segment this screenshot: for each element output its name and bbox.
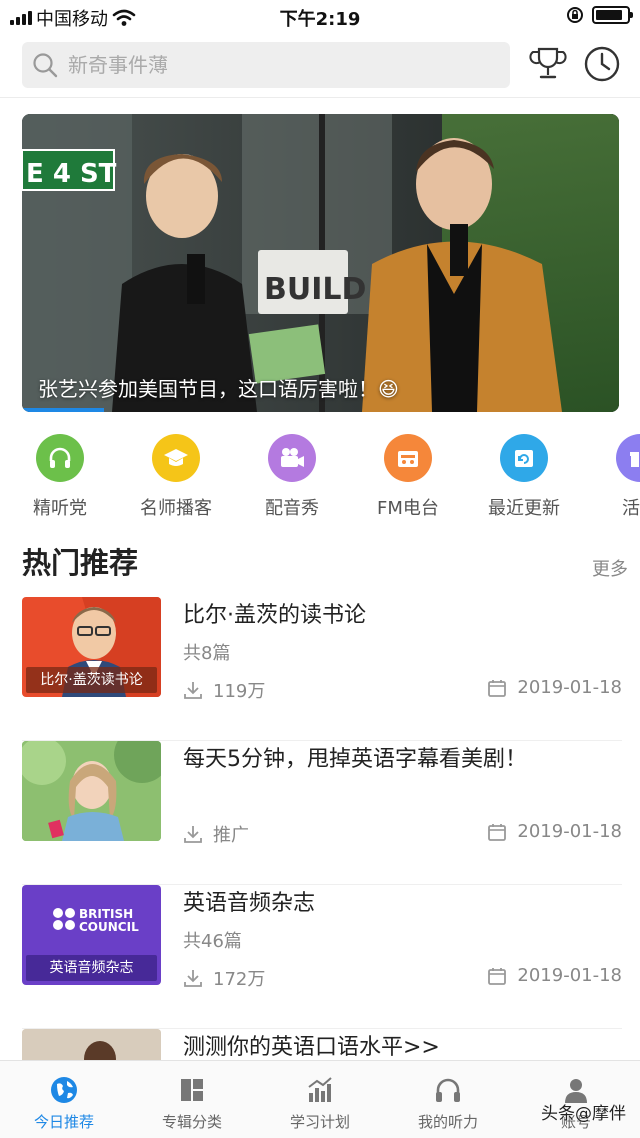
list-item[interactable]: 每天5分钟，甩掉英语字幕看美剧！ 推广 2019-01-18 <box>22 741 622 885</box>
chart-icon <box>308 1077 332 1102</box>
featured-banner[interactable]: E 4 ST BUILD 张艺兴参加美国节目，这口语厉害啦！😆 <box>22 114 619 412</box>
top-header <box>0 32 640 98</box>
category-fm[interactable]: FM电台 <box>350 430 466 520</box>
tab-label: 今日推荐 <box>33 1113 94 1131</box>
item-count: 共46篇 <box>183 931 242 952</box>
item-title: 测测你的英语口语水平>> <box>183 1035 440 1060</box>
calendar-icon <box>488 679 507 697</box>
calendar-icon <box>488 823 507 841</box>
tab-study-plan[interactable]: 学习计划 <box>256 1061 384 1138</box>
item-title: 英语音频杂志 <box>183 891 316 916</box>
tab-label: 专辑分类 <box>161 1113 222 1131</box>
status-time: 下午2:19 <box>279 9 361 30</box>
tab-today[interactable]: 今日推荐 <box>0 1061 128 1138</box>
item-title: 比尔·盖茨的读书论 <box>183 603 366 628</box>
tab-label: 学习计划 <box>289 1113 350 1131</box>
thumbnail-label: 比尔·盖茨读书论 <box>26 667 157 693</box>
svg-text:COUNCIL: COUNCIL <box>79 920 139 934</box>
date-text: 2019-01-18 <box>517 821 622 842</box>
category-label: FM电台 <box>377 498 439 519</box>
history-clock-icon[interactable] <box>582 44 622 84</box>
svg-text:BRITISH: BRITISH <box>79 907 133 921</box>
orientation-lock-icon <box>567 7 583 23</box>
banner-image: E 4 ST BUILD <box>22 114 619 412</box>
calendar-icon <box>488 967 507 985</box>
category-label: 配音秀 <box>265 498 319 519</box>
download-icon <box>184 970 202 987</box>
category-jingtingdang[interactable]: 精听党 <box>2 430 118 520</box>
tab-label: 我的听力 <box>417 1113 478 1131</box>
search-icon <box>33 53 58 78</box>
item-downloads: 119万 <box>183 677 265 703</box>
tab-my-listening[interactable]: 我的听力 <box>384 1061 512 1138</box>
street-sign-text: E 4 ST <box>26 159 117 189</box>
trophy-icon[interactable] <box>528 44 568 84</box>
globe-icon <box>51 1077 77 1103</box>
watermark: 头条@摩伴 <box>541 1104 626 1124</box>
date-text: 2019-01-18 <box>517 677 622 698</box>
category-mingshi[interactable]: 名师播客 <box>118 430 234 520</box>
item-thumbnail: 比尔·盖茨读书论 <box>22 597 161 697</box>
item-date: 2019-01-18 <box>487 677 622 698</box>
radio-icon <box>384 434 432 482</box>
category-row: 精听党 名师播客 配音秀 FM电台 最近更新 活动 <box>0 430 640 530</box>
graduation-cap-icon <box>152 434 200 482</box>
download-count: 119万 <box>213 681 266 702</box>
list-item[interactable]: 比尔·盖茨读书论 比尔·盖茨的读书论 共8篇 119万 2019-01-18 <box>22 597 622 741</box>
thumbnail-label: 英语音频杂志 <box>26 955 157 981</box>
search-bar[interactable] <box>22 42 510 88</box>
category-peiyinxiu[interactable]: 配音秀 <box>234 430 350 520</box>
banner-indicator <box>22 408 104 412</box>
more-link[interactable]: 更多 <box>592 555 628 581</box>
british-council-logo: BRITISH COUNCIL <box>53 907 139 934</box>
download-count: 172万 <box>213 969 266 990</box>
item-downloads: 172万 <box>183 965 265 991</box>
category-recent[interactable]: 最近更新 <box>466 430 582 520</box>
item-thumbnail: BRITISH COUNCIL 英语音频杂志 <box>22 885 161 985</box>
item-title: 每天5分钟，甩掉英语字幕看美剧！ <box>183 747 527 772</box>
build-sign-text: BUILD <box>264 272 366 307</box>
list-item[interactable]: BRITISH COUNCIL 英语音频杂志 英语音频杂志 共46篇 172万 … <box>22 885 622 1029</box>
item-downloads: 推广 <box>183 821 249 847</box>
item-thumbnail <box>22 741 161 841</box>
grid-icon <box>181 1079 203 1101</box>
bottom-tab-bar: 今日推荐 专辑分类 学习计划 我的听力 账号 头条@摩伴 <box>0 1060 640 1138</box>
category-huodong[interactable]: 活动 <box>582 430 640 520</box>
item-count: 共8篇 <box>183 643 231 664</box>
status-bar: 中国移动 下午2:19 <box>0 0 640 32</box>
search-input[interactable] <box>68 53 468 77</box>
category-label: 精听党 <box>33 498 87 519</box>
headphones-icon <box>436 1078 460 1102</box>
video-camera-icon <box>268 434 316 482</box>
status-right <box>566 6 633 24</box>
item-date: 2019-01-18 <box>487 965 622 986</box>
tab-album-categories[interactable]: 专辑分类 <box>128 1061 256 1138</box>
refresh-icon <box>500 434 548 482</box>
gift-icon <box>616 434 640 482</box>
section-title: 热门推荐 <box>22 546 139 580</box>
headphones-icon <box>36 434 84 482</box>
download-icon <box>184 682 202 699</box>
download-icon <box>184 826 202 843</box>
category-label: 最近更新 <box>488 498 560 519</box>
category-label: 活动 <box>622 498 640 519</box>
date-text: 2019-01-18 <box>517 965 622 986</box>
promo-label: 推广 <box>213 825 249 846</box>
battery-icon <box>592 6 633 24</box>
item-date: 2019-01-18 <box>487 821 622 842</box>
banner-caption: 张艺兴参加美国节目，这口语厉害啦！😆 <box>38 377 399 401</box>
category-label: 名师播客 <box>140 498 212 519</box>
